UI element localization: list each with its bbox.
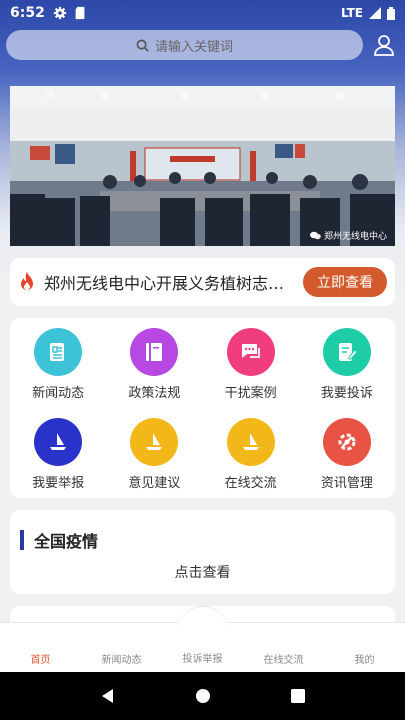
grid-label: 政策法规 xyxy=(128,386,181,401)
grid-item-report[interactable]: 我要举报 xyxy=(10,408,106,498)
wechat-icon xyxy=(309,231,321,240)
covid-view-link[interactable]: 点击查看 xyxy=(10,562,395,582)
grid-item-complaint[interactable]: 我要投诉 xyxy=(299,318,395,408)
gear-icon xyxy=(53,6,66,20)
headline-text: 郑州无线电中心开展义务植树志愿... xyxy=(44,274,293,293)
fire-icon xyxy=(21,272,33,290)
nav-complaint-label[interactable]: 投诉举报 xyxy=(0,650,405,665)
grid-label: 意见建议 xyxy=(128,476,181,491)
search-row: 请输入关键词 xyxy=(6,30,399,60)
report-icon xyxy=(34,418,83,466)
grid-item-news[interactable]: 新闻动态 xyxy=(10,318,106,408)
covid-card: 全国疫情 点击查看 xyxy=(10,510,395,594)
status-time: 6:52 xyxy=(10,5,45,21)
title-accent-bar xyxy=(20,530,24,550)
chat-icon xyxy=(226,328,275,376)
grid-label: 我要举报 xyxy=(32,476,85,491)
grid-label: 我要投诉 xyxy=(320,386,373,401)
grid-item-policy[interactable]: 政策法规 xyxy=(106,318,202,408)
recents-icon[interactable] xyxy=(290,688,306,704)
search-placeholder: 请输入关键词 xyxy=(154,39,233,55)
grid-item-cases[interactable]: 干扰案例 xyxy=(203,318,299,408)
sd-card-icon xyxy=(75,6,85,20)
grid-label: 在线交流 xyxy=(224,476,277,491)
manage-icon xyxy=(322,418,371,466)
covid-title: 全国疫情 xyxy=(20,528,98,552)
news-icon xyxy=(34,328,83,376)
banner-caption-text: 郑州无线电中心 xyxy=(323,232,387,242)
user-profile-button[interactable] xyxy=(371,32,397,58)
grid-label: 干扰案例 xyxy=(224,386,277,401)
back-icon[interactable] xyxy=(100,688,116,704)
suggest-icon xyxy=(130,418,179,466)
grid-label: 新闻动态 xyxy=(32,386,85,401)
grid-label: 资讯管理 xyxy=(320,476,373,491)
view-now-button[interactable]: 立即查看 xyxy=(303,267,387,297)
network-type: LTE xyxy=(340,6,363,20)
feature-grid: 新闻动态 政策法规 干扰案例 我要投诉 我要举报 意见建议 在线交流 资讯管理 xyxy=(10,318,395,498)
edit-icon xyxy=(322,328,371,376)
search-icon xyxy=(136,39,149,52)
exchange-icon xyxy=(226,418,275,466)
user-icon xyxy=(374,35,394,56)
battery-icon xyxy=(387,6,395,20)
banner-carousel[interactable]: 郑州无线电中心 xyxy=(10,86,395,246)
home-icon[interactable] xyxy=(195,688,211,704)
signal-icon xyxy=(369,7,381,19)
grid-item-exchange[interactable]: 在线交流 xyxy=(203,408,299,498)
book-icon xyxy=(130,328,179,376)
banner-image xyxy=(10,86,395,246)
grid-item-suggestion[interactable]: 意见建议 xyxy=(106,408,202,498)
search-input[interactable]: 请输入关键词 xyxy=(6,30,363,60)
banner-caption: 郑州无线电中心 xyxy=(309,229,387,242)
grid-item-manage[interactable]: 资讯管理 xyxy=(299,408,395,498)
status-bar: 6:52 LTE xyxy=(0,0,405,26)
headline-news-card[interactable]: 郑州无线电中心开展义务植树志愿... 立即查看 xyxy=(10,258,395,306)
covid-title-text: 全国疫情 xyxy=(34,532,99,551)
system-navigation-bar xyxy=(0,672,405,720)
